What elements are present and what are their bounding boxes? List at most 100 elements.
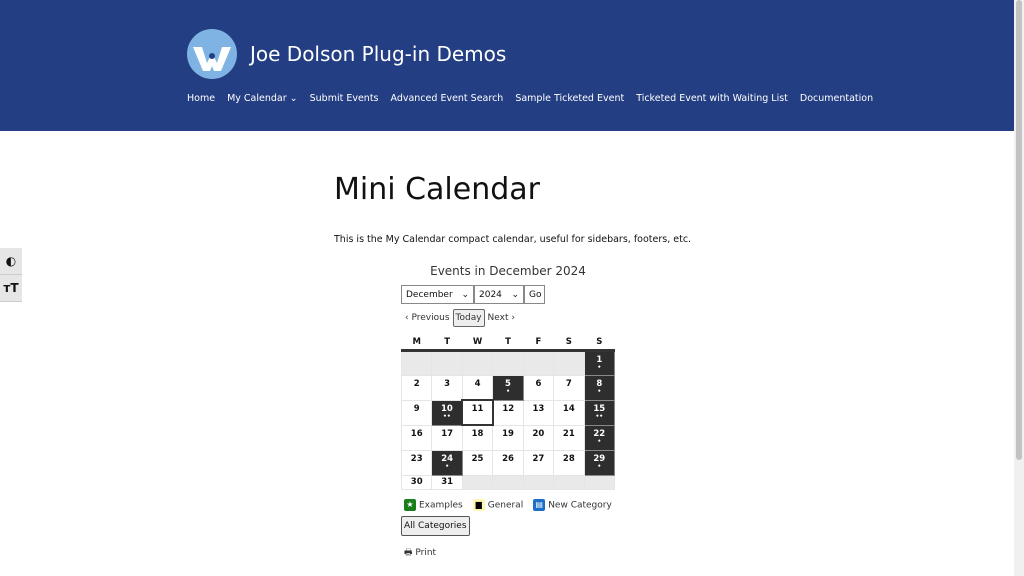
all-categories-button[interactable]: All Categories	[401, 516, 470, 536]
day-4: 4	[461, 374, 494, 401]
empty-day	[522, 474, 555, 490]
previous-label: Previous	[411, 313, 450, 323]
event-dot-icon: •	[506, 387, 510, 395]
date-controls: December ⌄ 2024 ⌄ Go	[401, 285, 545, 304]
nav-item[interactable]: My Calendar ⌄	[227, 93, 298, 104]
day-8[interactable]: 8 •	[583, 374, 616, 401]
main-nav: Home My Calendar ⌄ Submit Events Advanced E…	[187, 93, 873, 104]
category-label: New Category	[548, 500, 612, 511]
event-dot-icon: •	[597, 437, 602, 445]
nav-item[interactable]: Sample Ticketed Event	[515, 93, 624, 104]
category-icon: ▆	[472, 499, 485, 511]
site-header: Joe Dolson Plug-in Demos Home My Calendar…	[0, 0, 1014, 131]
category-icon: ▤	[533, 499, 546, 511]
weekday-header: T	[431, 335, 463, 352]
empty-day	[583, 474, 616, 490]
category-examples[interactable]: ★ Examples	[404, 499, 463, 511]
font-size-toggle-icon[interactable]: ᴛT	[0, 275, 22, 302]
chevron-down-icon: ⌄	[511, 289, 519, 300]
go-button[interactable]: Go	[524, 285, 545, 304]
day-27: 27	[522, 449, 555, 476]
next-label: Next	[487, 313, 509, 323]
day-9: 9	[400, 399, 433, 426]
page-title: Mini Calendar	[334, 172, 541, 207]
accessibility-toolbar: ◐ ᴛT	[0, 248, 22, 302]
weekday-header: M	[401, 335, 432, 352]
calendar-title: Events in December 2024	[430, 264, 586, 278]
next-link[interactable]: Next ›	[488, 313, 515, 323]
day-13: 13	[522, 399, 555, 426]
nav-item[interactable]: Ticketed Event with Waiting List	[636, 93, 788, 104]
intro-text: This is the My Calendar compact calendar…	[334, 234, 692, 245]
empty-day	[522, 349, 555, 376]
weekday-header: W	[462, 335, 493, 352]
year-select[interactable]: 2024 ⌄	[474, 285, 524, 304]
empty-day	[431, 349, 463, 376]
category-label: Examples	[419, 500, 463, 511]
day-28: 28	[553, 449, 585, 476]
day-30: 30	[400, 474, 433, 490]
event-dot-icon: •	[597, 462, 602, 470]
category-icon: ★	[404, 499, 416, 511]
day-1[interactable]: 1 •	[583, 349, 616, 376]
day-22[interactable]: 22 •	[583, 424, 616, 451]
weekday-header: F	[523, 335, 554, 352]
day-3: 3	[431, 374, 463, 401]
event-dot-icon: •	[597, 363, 602, 371]
category-general[interactable]: ▆ General	[472, 499, 524, 511]
day-18: 18	[461, 424, 494, 451]
empty-day	[400, 349, 433, 376]
nav-item[interactable]: Submit Events	[310, 93, 379, 104]
day-7: 7	[553, 374, 585, 401]
weekday-header: S	[553, 335, 585, 352]
day-14: 14	[553, 399, 585, 426]
print-label: Print	[415, 548, 437, 558]
empty-day	[461, 349, 494, 376]
day-26: 26	[492, 449, 524, 476]
day-21: 21	[553, 424, 585, 451]
category-label: General	[487, 500, 524, 511]
category-new-category[interactable]: ▤ New Category	[533, 499, 612, 511]
event-dot-icon: •	[597, 387, 602, 395]
nav-item[interactable]: Home	[187, 93, 215, 104]
empty-day	[461, 474, 494, 490]
day-17: 17	[431, 424, 463, 451]
day-15[interactable]: 15 ••	[583, 399, 616, 426]
day-6: 6	[522, 374, 555, 401]
chevron-down-icon: ⌄	[461, 289, 469, 300]
day-29[interactable]: 29 •	[583, 449, 616, 476]
nav-item[interactable]: Advanced Event Search	[391, 93, 504, 104]
day-16: 16	[400, 424, 433, 451]
site-logo[interactable]	[187, 29, 237, 79]
day-19: 19	[492, 424, 524, 451]
day-2: 2	[400, 374, 433, 401]
day-11: 11	[461, 399, 494, 426]
mini-calendar-grid: M T W T F S S 1 • 2 3 4 5 • 6 7 8 • 9 10 •• 11 12 13 14 15 •• 16 17 1…	[400, 335, 616, 490]
previous-link[interactable]: ‹ Previous	[405, 313, 450, 323]
today-button[interactable]: Today	[452, 309, 485, 327]
day-10[interactable]: 10 ••	[431, 399, 463, 426]
contrast-toggle-icon[interactable]: ◐	[0, 248, 22, 275]
empty-day	[553, 474, 585, 490]
event-dot-icon: ••	[595, 412, 604, 420]
day-23: 23	[400, 449, 433, 476]
empty-day	[492, 349, 524, 376]
day-20: 20	[522, 424, 555, 451]
category-legend: ★ Examples ▆ General ▤ New Category	[404, 499, 612, 511]
day-5[interactable]: 5 •	[492, 374, 524, 401]
month-select[interactable]: December ⌄	[401, 285, 474, 304]
site-title[interactable]: Joe Dolson Plug-in Demos	[250, 42, 506, 66]
year-value: 2024	[479, 289, 502, 300]
day-24[interactable]: 24 •	[431, 449, 463, 476]
day-25: 25	[461, 449, 494, 476]
print-icon: 🖶	[404, 548, 413, 558]
empty-day	[553, 349, 585, 376]
day-12: 12	[492, 399, 524, 426]
print-link[interactable]: 🖶 Print	[404, 545, 436, 561]
weekday-header: S	[584, 335, 615, 352]
weekday-header: T	[492, 335, 524, 352]
scrollbar-thumb[interactable]	[1016, 0, 1022, 460]
nav-item[interactable]: Documentation	[800, 93, 873, 104]
scrollbar[interactable]	[1014, 0, 1024, 576]
event-dot-icon: ••	[443, 412, 451, 420]
